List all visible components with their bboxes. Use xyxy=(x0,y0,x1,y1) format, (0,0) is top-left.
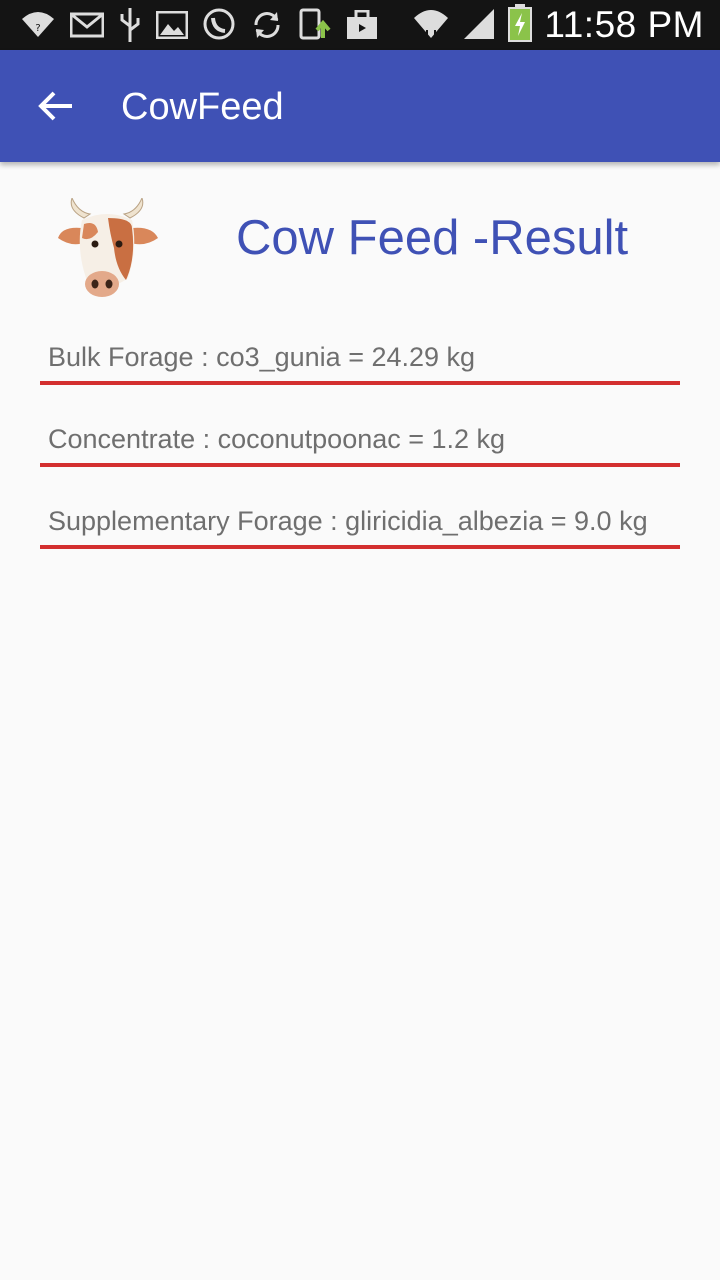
mail-icon xyxy=(70,12,104,38)
result-title: Cow Feed -Result xyxy=(236,211,629,265)
system-status: 11:58 PM xyxy=(412,0,704,50)
usb-icon xyxy=(118,8,142,42)
field-underline xyxy=(40,463,680,467)
download-icon xyxy=(298,8,332,42)
cow-head-icon xyxy=(52,196,162,306)
supplementary-forage-result: Supplementary Forage : gliricidia_albezi… xyxy=(40,501,680,549)
app-title: CowFeed xyxy=(121,86,284,128)
wifi-icon: ? xyxy=(20,9,56,41)
app-bar: CowFeed xyxy=(0,50,720,162)
wifi-signal-icon xyxy=(412,6,450,45)
sync-icon xyxy=(250,8,284,42)
notification-icons: ? xyxy=(20,7,378,43)
image-icon xyxy=(156,11,188,39)
battery-charging-icon xyxy=(508,3,533,47)
status-bar: ? 11:58 PM xyxy=(0,0,720,50)
clock: 11:58 PM xyxy=(544,4,704,45)
field-underline xyxy=(40,381,680,385)
concentrate-result: Concentrate : coconutpoonac = 1.2 kg xyxy=(40,419,680,467)
back-button[interactable] xyxy=(24,74,88,138)
cell-signal-icon xyxy=(462,7,496,44)
field-underline xyxy=(40,545,680,549)
arrow-back-icon xyxy=(38,91,72,121)
supplementary-forage-text: Supplementary Forage : gliricidia_albezi… xyxy=(48,506,648,536)
viber-icon xyxy=(202,8,236,42)
briefcase-icon xyxy=(346,10,378,40)
bulk-forage-result: Bulk Forage : co3_gunia = 24.29 kg xyxy=(40,337,680,385)
concentrate-text: Concentrate : coconutpoonac = 1.2 kg xyxy=(48,424,506,454)
svg-text:?: ? xyxy=(35,23,40,34)
bulk-forage-text: Bulk Forage : co3_gunia = 24.29 kg xyxy=(48,342,476,372)
